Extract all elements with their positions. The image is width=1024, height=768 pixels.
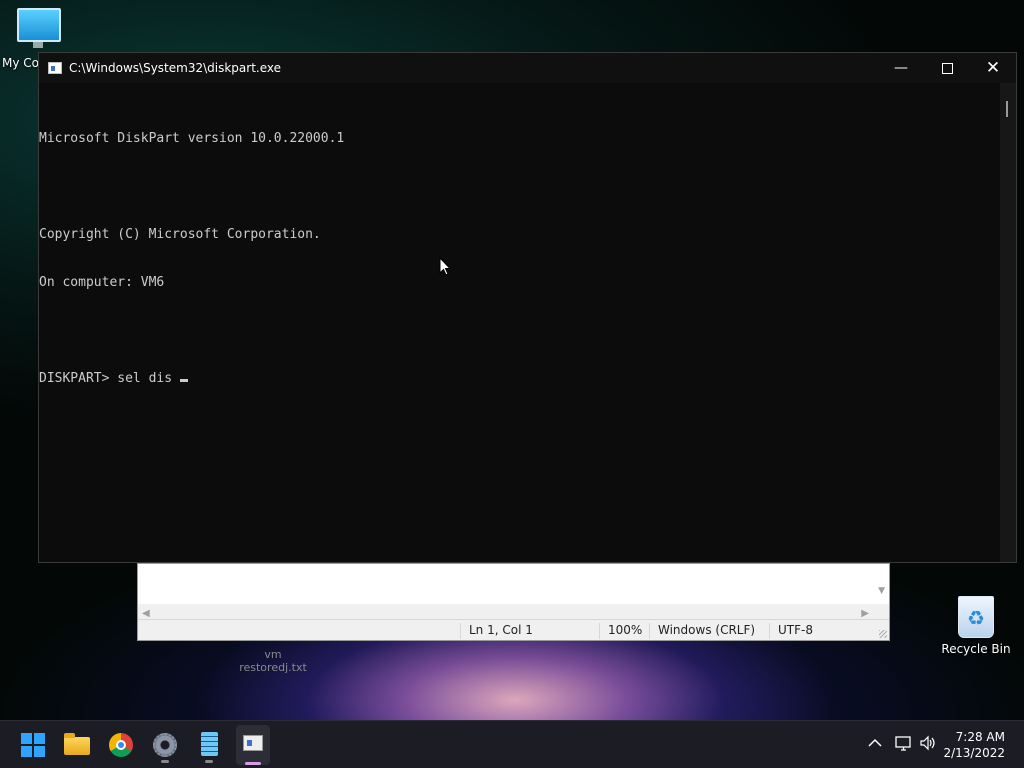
- ghost-file-label-line2: restoredj.txt: [239, 661, 307, 674]
- folder-icon: [64, 733, 90, 755]
- notepad-icon: [201, 732, 218, 756]
- notepad-status-bar: Ln 1, Col 1 100% Windows (CRLF) UTF-8: [138, 619, 889, 640]
- dragged-file-ghost: vm restoredj.txt: [230, 648, 316, 674]
- text-cursor: [179, 379, 188, 382]
- maximize-button[interactable]: [924, 53, 970, 83]
- show-hidden-icons-chevron-up-icon[interactable]: [868, 734, 882, 752]
- maximize-icon: [941, 62, 953, 74]
- console-input[interactable]: DISKPART> sel dis: [39, 371, 180, 386]
- active-indicator: [245, 762, 261, 765]
- status-encoding: UTF-8: [769, 623, 813, 639]
- notepad-text-area[interactable]: [138, 564, 889, 604]
- system-clock[interactable]: 7:28 AM 2/13/2022: [943, 729, 1005, 761]
- console-icon: [243, 735, 263, 751]
- taskbar: 7:28 AM 2/13/2022: [0, 720, 1024, 768]
- gear-icon: [153, 733, 177, 757]
- console-line: Microsoft DiskPart version 10.0.22000.1: [39, 131, 345, 146]
- status-line-ending: Windows (CRLF): [649, 623, 755, 639]
- diskpart-console-window: C:\Windows\System32\diskpart.exe — ✕ Mic…: [38, 52, 1017, 563]
- console-app-icon: [48, 62, 62, 74]
- recycle-bin-icon: ♻: [958, 596, 994, 638]
- resize-grip-icon[interactable]: [879, 630, 887, 638]
- running-indicator: [161, 760, 169, 763]
- status-zoom: 100%: [599, 623, 642, 639]
- console-line: On computer: VM6: [39, 275, 165, 290]
- settings-taskbar-button[interactable]: [149, 729, 181, 763]
- network-icon[interactable]: [895, 735, 913, 755]
- console-line: Copyright (C) Microsoft Corporation.: [39, 227, 321, 242]
- recycle-bin-desktop-icon[interactable]: ♻ Recycle Bin: [940, 596, 1012, 656]
- volume-icon[interactable]: [919, 735, 937, 755]
- notepad-taskbar-button[interactable]: [193, 729, 225, 763]
- clock-date: 2/13/2022: [943, 746, 1005, 760]
- console-window-title: C:\Windows\System32\diskpart.exe: [69, 61, 281, 75]
- start-button[interactable]: [17, 729, 49, 761]
- file-explorer-taskbar-button[interactable]: [61, 729, 93, 761]
- notepad-window: ▼ ◀ ▶ Ln 1, Col 1 100% Windows (CRLF) UT…: [137, 563, 890, 641]
- chrome-icon: [109, 733, 133, 757]
- console-vertical-scrollbar[interactable]: [1000, 83, 1016, 562]
- scrollbar-thumb[interactable]: [1006, 101, 1008, 117]
- console-prompt-line[interactable]: DISKPART> sel dis: [39, 371, 344, 387]
- mouse-pointer-icon: [439, 257, 451, 276]
- chrome-taskbar-button[interactable]: [105, 729, 137, 761]
- console-output[interactable]: Microsoft DiskPart version 10.0.22000.1 …: [39, 99, 344, 419]
- console-title-bar[interactable]: C:\Windows\System32\diskpart.exe — ✕: [39, 53, 1016, 83]
- scroll-down-arrow-icon[interactable]: ▼: [878, 586, 885, 596]
- close-button[interactable]: ✕: [970, 53, 1016, 83]
- recycle-bin-label: Recycle Bin: [941, 642, 1011, 656]
- scroll-left-arrow-icon[interactable]: ◀: [142, 608, 150, 619]
- running-indicator: [205, 760, 213, 763]
- monitor-icon: [17, 8, 61, 48]
- status-cursor-position: Ln 1, Col 1: [460, 623, 533, 639]
- minimize-button[interactable]: —: [878, 53, 924, 83]
- scroll-right-arrow-icon[interactable]: ▶: [861, 608, 869, 619]
- clock-time: 7:28 AM: [955, 730, 1005, 744]
- ghost-file-label-line1: vm: [264, 648, 282, 661]
- diskpart-taskbar-button[interactable]: [236, 725, 270, 765]
